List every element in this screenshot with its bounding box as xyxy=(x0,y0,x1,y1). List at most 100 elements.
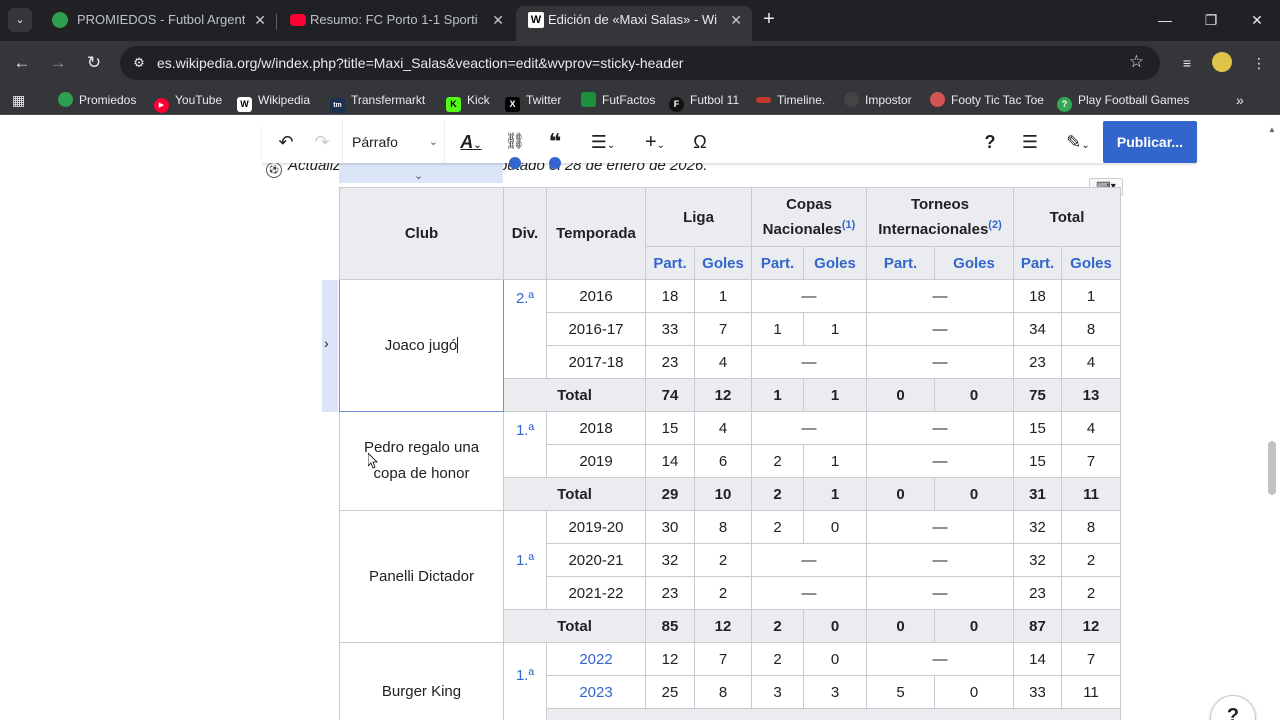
total-goals-cell[interactable]: 11 xyxy=(1061,675,1121,709)
intl-dash-cell[interactable]: — xyxy=(866,510,1014,544)
cups-matches-cell[interactable]: 2 xyxy=(751,510,804,544)
total-intl-goals[interactable]: 0 xyxy=(934,609,1014,643)
season-link[interactable]: 2023 xyxy=(546,675,646,709)
new-tab-button[interactable]: + xyxy=(758,8,780,30)
total-overall-matches[interactable]: 31 xyxy=(1013,477,1062,511)
total-intl-matches[interactable]: 0 xyxy=(866,477,935,511)
season-cell[interactable]: 2016-17 xyxy=(546,312,646,346)
league-goals-cell[interactable]: 7 xyxy=(694,642,752,676)
bookmark-transfermarkt[interactable]: tm Transfermarkt xyxy=(330,85,425,115)
tab-search-button[interactable]: ⌄ xyxy=(8,8,32,32)
cups-matches-cell[interactable]: 1 xyxy=(751,312,804,346)
division-link[interactable]: 1.ª xyxy=(503,642,547,720)
link-icon[interactable]: ⛓ xyxy=(502,130,528,154)
intl-dash-cell[interactable]: — xyxy=(866,411,1014,445)
header-international-tournaments[interactable]: Torneos Internacionales(2) xyxy=(866,187,1014,247)
total-cups-goals[interactable]: 0 xyxy=(803,609,867,643)
total-intl-goals[interactable]: 0 xyxy=(934,477,1014,511)
table-row[interactable]: Panelli Dictador 1.ª 2019-20 30 8 2 0 — … xyxy=(339,510,1121,643)
total-league-matches[interactable]: 85 xyxy=(645,609,695,643)
league-goals-cell[interactable]: 8 xyxy=(694,510,752,544)
subheader-league-matches[interactable]: Part. xyxy=(645,246,695,280)
total-label-cell[interactable]: Total xyxy=(503,378,646,412)
total-league-goals[interactable]: 12 xyxy=(694,609,752,643)
league-matches-cell[interactable]: 12 xyxy=(645,642,695,676)
intl-dash-cell[interactable]: — xyxy=(866,642,1014,676)
bookmark-futfactos[interactable]: FutFactos xyxy=(581,85,655,115)
total-cups-matches[interactable]: 1 xyxy=(751,378,804,412)
cups-goals-cell[interactable]: 3 xyxy=(803,675,867,709)
page-options-menu-icon[interactable]: ☰ xyxy=(1018,130,1042,154)
total-goals-cell[interactable]: 2 xyxy=(1061,576,1121,610)
tab-wikipedia-edit[interactable]: W Edición de «Maxi Salas» - Wikipedia ✕ xyxy=(516,6,752,41)
total-intl-matches[interactable]: 0 xyxy=(866,609,935,643)
total-matches-cell[interactable]: 14 xyxy=(1013,642,1062,676)
total-overall-goals[interactable]: 12 xyxy=(1061,609,1121,643)
scroll-up-arrow-icon[interactable]: ▲ xyxy=(1268,125,1276,134)
intl-dash-cell[interactable]: — xyxy=(866,345,1014,379)
cups-matches-cell[interactable]: 2 xyxy=(751,444,804,478)
league-matches-cell[interactable]: 30 xyxy=(645,510,695,544)
tab-porto-sporting[interactable]: Resumo: FC Porto 1-1 Sporting ✕ xyxy=(278,6,514,41)
total-intl-matches[interactable]: 0 xyxy=(866,378,935,412)
season-cell[interactable]: 2017-18 xyxy=(546,345,646,379)
chevron-down-icon[interactable]: ⌄ xyxy=(414,169,423,182)
help-button[interactable]: ? xyxy=(1210,695,1256,720)
tab-promiedos[interactable]: PROMIEDOS - Futbol Argentino ✕ xyxy=(40,6,276,41)
ref-link[interactable]: (1) xyxy=(842,219,855,231)
bookmark-futbol-11[interactable]: F Futbol 11 xyxy=(669,85,739,115)
season-cell[interactable]: 2018 xyxy=(546,411,646,445)
subheader-cups-matches[interactable]: Part. xyxy=(751,246,804,280)
league-matches-cell[interactable]: 33 xyxy=(645,312,695,346)
header-division[interactable]: Div. xyxy=(503,187,547,280)
total-matches-cell[interactable]: 32 xyxy=(1013,543,1062,577)
header-national-cups[interactable]: Copas Nacionales(1) xyxy=(751,187,867,247)
cups-dash-cell[interactable]: — xyxy=(751,279,867,313)
total-goals-cell[interactable]: 1 xyxy=(1061,279,1121,313)
career-stats-table[interactable]: Club Div. Temporada Liga Copas Nacionale… xyxy=(339,187,1121,720)
total-goals-cell[interactable]: 8 xyxy=(1061,312,1121,346)
total-intl-goals[interactable]: 0 xyxy=(934,378,1014,412)
address-bar[interactable]: ⚙ es.wikipedia.org/w/index.php?title=Max… xyxy=(120,46,1160,80)
intl-goals-cell[interactable]: 0 xyxy=(934,675,1014,709)
total-matches-cell[interactable]: 18 xyxy=(1013,279,1062,313)
season-cell[interactable]: 2019-20 xyxy=(546,510,646,544)
apps-grid-icon[interactable]: ▦ xyxy=(12,92,28,108)
league-goals-cell[interactable]: 7 xyxy=(694,312,752,346)
total-overall-goals[interactable]: 13 xyxy=(1061,378,1121,412)
league-goals-cell[interactable]: 4 xyxy=(694,345,752,379)
league-matches-cell[interactable]: 23 xyxy=(645,576,695,610)
media-controls-icon[interactable]: ≡ xyxy=(1176,52,1198,74)
header-total[interactable]: Total xyxy=(1013,187,1121,247)
minimize-button[interactable]: — xyxy=(1152,8,1178,32)
total-cups-goals[interactable]: 1 xyxy=(803,477,867,511)
cups-dash-cell[interactable]: — xyxy=(751,411,867,445)
cups-matches-cell[interactable]: 2 xyxy=(751,642,804,676)
league-matches-cell[interactable]: 25 xyxy=(645,675,695,709)
intl-dash-cell[interactable]: — xyxy=(866,279,1014,313)
special-characters-omega-icon[interactable]: Ω xyxy=(688,130,712,154)
close-icon[interactable]: ✕ xyxy=(254,6,266,34)
cups-goals-cell[interactable]: 1 xyxy=(803,312,867,346)
subheader-intl-matches[interactable]: Part. xyxy=(866,246,935,280)
publish-button[interactable]: Publicar... xyxy=(1103,121,1197,163)
total-goals-cell[interactable]: 4 xyxy=(1061,411,1121,445)
help-icon[interactable]: ? xyxy=(979,130,1001,154)
club-cell[interactable]: Pedro regalo una copa de honor xyxy=(339,411,504,511)
league-goals-cell[interactable]: 2 xyxy=(694,543,752,577)
total-goals-cell[interactable]: 7 xyxy=(1061,444,1121,478)
total-matches-cell[interactable]: 34 xyxy=(1013,312,1062,346)
table-row[interactable]: Joaco jugó 2.ª 2016 18 1 — — 18 1 xyxy=(339,279,1121,412)
profile-avatar[interactable] xyxy=(1212,52,1232,72)
season-cell[interactable]: 2021-22 xyxy=(546,576,646,610)
intl-dash-cell[interactable]: — xyxy=(866,543,1014,577)
league-goals-cell[interactable]: 4 xyxy=(694,411,752,445)
bookmark-kick[interactable]: K Kick xyxy=(446,85,490,115)
total-league-goals[interactable]: 10 xyxy=(694,477,752,511)
subheader-total-matches[interactable]: Part. xyxy=(1013,246,1062,280)
bookmark-wikipedia[interactable]: W Wikipedia xyxy=(237,85,310,115)
total-matches-cell[interactable]: 15 xyxy=(1013,444,1062,478)
cups-matches-cell[interactable]: 3 xyxy=(751,675,804,709)
edit-mode-pencil-icon[interactable]: ✎⌄ xyxy=(1058,130,1098,154)
bookmark-footy-tic-tac-toe[interactable]: Footy Tic Tac Toe xyxy=(930,85,1044,115)
